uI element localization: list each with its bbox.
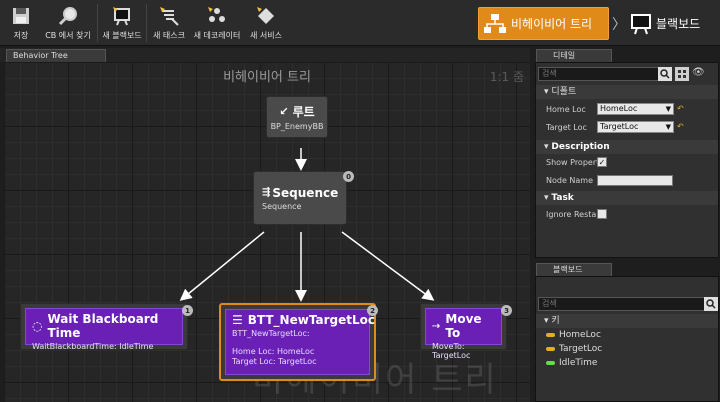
toolbar-divider (97, 4, 98, 42)
root-node[interactable]: ↙ 루트 BP_EnemyBB (266, 96, 328, 138)
reset-to-default-icon[interactable]: ↶ (677, 122, 684, 131)
moveto-node-detail: MoveTo: TargetLoc (432, 342, 471, 360)
root-node-subtitle: BP_EnemyBB (270, 122, 324, 131)
wait-node-detail: WaitBlackboardTime: IdleTime (32, 342, 154, 351)
task-body: ⇢ Move To MoveTo: TargetLoc (425, 308, 502, 360)
target-loc-label: Target Loc (546, 123, 587, 132)
sequence-node-title: ⇶ Sequence (262, 185, 339, 200)
root-icon: ↙ (279, 105, 289, 118)
execution-order-badge: 1 (182, 305, 193, 316)
ignore-restart-label: Ignore Restar (546, 210, 600, 219)
section-default[interactable]: ▾ 디폴트 (536, 85, 718, 99)
execution-order-badge: 2 (367, 305, 378, 316)
task-icon: ☰ (232, 313, 243, 327)
btt-newtargetloc-node[interactable]: ☰ BTT_NewTargetLoc BTT_NewTargetLoc: Hom… (219, 303, 378, 381)
float-type-icon (546, 361, 555, 365)
details-panel: 검색 👁 ▾ 디폴트 Home Loc HomeLoc ▼ ↶ Target Lo… (535, 62, 719, 258)
dropdown-arrow-icon: ▼ (665, 123, 671, 131)
moveto-node-title: ⇢ Move To (432, 312, 482, 340)
wait-icon: ◌ (32, 319, 43, 333)
vector-type-icon (546, 333, 555, 337)
save-icon (6, 2, 36, 30)
new-blackboard-button[interactable]: 새 블랙보드 (100, 2, 144, 44)
task-body: ☰ BTT_NewTargetLoc BTT_NewTargetLoc: Hom… (225, 309, 375, 375)
btt-node-targetloc: Target Loc: TargetLoc (232, 357, 317, 366)
blackboard-mode-label: 블랙보드 (656, 17, 701, 31)
wait-blackboard-time-node[interactable]: ◌ Wait Blackboard Time WaitBlackboardTim… (20, 303, 193, 351)
search-icon[interactable] (704, 297, 718, 311)
behavior-tree-icon (479, 8, 511, 40)
blackboard-key-idletime[interactable]: IdleTime (546, 358, 597, 368)
wire-sequence-wait (179, 231, 265, 301)
grid-view-icon[interactable] (675, 67, 689, 81)
toolbar-divider (146, 4, 147, 42)
blackboard-tab-label: 블랙보드 (553, 265, 583, 274)
tab-blackboard[interactable]: 블랙보드 (536, 263, 612, 276)
eye-icon[interactable]: 👁 (692, 67, 705, 78)
btt-node-title: ☰ BTT_NewTargetLoc (232, 313, 375, 327)
new-service-button[interactable]: 새 서비스 (244, 2, 288, 44)
new-task-label: 새 태스크 (153, 31, 185, 40)
wait-node-title: ◌ Wait Blackboard Time (32, 312, 159, 340)
new-decorator-label: 새 데코레이터 (193, 31, 241, 40)
details-search-input[interactable]: 검색 (538, 67, 672, 81)
new-decorator-button[interactable]: 새 데코레이터 (192, 2, 242, 44)
new-service-icon (251, 2, 281, 30)
tab-behavior-tree[interactable]: Behavior Tree (6, 49, 106, 62)
save-button[interactable]: 저장 (4, 2, 38, 44)
blackboard-icon (626, 9, 656, 39)
node-name-input[interactable] (597, 175, 673, 186)
behavior-tree-mode-label: 비헤이비어 트리 (511, 17, 593, 31)
details-tab-label: 디테일 (553, 51, 576, 60)
section-keys[interactable]: ▾ 키 (536, 314, 718, 328)
new-decorator-icon (202, 2, 232, 30)
behavior-tree-mode-button[interactable]: 비헤이비어 트리 (478, 7, 609, 40)
show-property-label: Show Propert (546, 158, 600, 167)
new-blackboard-label: 새 블랙보드 (102, 31, 142, 40)
wire-sequence-moveto (341, 231, 435, 301)
section-task[interactable]: ▾ Task (536, 191, 718, 205)
move-arrow-icon: ⇢ (432, 320, 441, 332)
chevron-right-icon: 〉 (612, 17, 626, 33)
new-task-icon (154, 2, 184, 30)
sequence-node[interactable]: ⇶ Sequence Sequence 0 (253, 171, 354, 225)
blackboard-mode-button[interactable]: 블랙보드 (626, 7, 716, 40)
move-to-node[interactable]: ⇢ Move To MoveTo: TargetLoc 3 (420, 303, 512, 360)
reset-to-default-icon[interactable]: ↶ (677, 104, 684, 113)
blackboard-key-targetloc[interactable]: TargetLoc (546, 344, 602, 354)
save-label: 저장 (13, 31, 29, 40)
home-loc-select[interactable]: HomeLoc ▼ (597, 103, 674, 115)
blackboard-panel: 검색 ▾ 키 HomeLoc TargetLoc IdleTime (535, 276, 719, 402)
find-in-cb-label: CB 에서 찾기 (45, 31, 91, 40)
dropdown-arrow-icon: ▼ (665, 105, 671, 113)
execution-order-badge: 3 (501, 305, 512, 316)
tab-details[interactable]: 디테일 (536, 49, 612, 62)
execution-order-badge: 0 (343, 171, 354, 182)
node-name-label: Node Name (546, 176, 594, 185)
new-task-button[interactable]: 새 태스크 (148, 2, 190, 44)
blackboard-key-homeloc[interactable]: HomeLoc (546, 330, 601, 340)
sequence-node-subtitle: Sequence (262, 201, 302, 211)
ignore-restart-checkbox[interactable] (597, 209, 607, 219)
main-toolbar: 저장 CB 에서 찾기 새 블랙보드 새 태스크 새 데코레이터 새 서비스 비… (0, 0, 720, 46)
target-loc-select[interactable]: TargetLoc ▼ (597, 121, 674, 133)
new-service-label: 새 서비스 (250, 31, 282, 40)
btt-node-detail: BTT_NewTargetLoc: (232, 329, 310, 338)
find-in-cb-button[interactable]: CB 에서 찾기 (40, 2, 96, 44)
btt-node-homeloc: Home Loc: HomeLoc (232, 347, 315, 356)
sequence-icon: ⇶ (262, 187, 271, 198)
vector-type-icon (546, 347, 555, 351)
show-property-checkbox[interactable]: ✓ (597, 157, 607, 167)
task-body: ◌ Wait Blackboard Time WaitBlackboardTim… (25, 308, 183, 351)
home-loc-label: Home Loc (546, 105, 586, 114)
magnifier-icon (53, 2, 83, 30)
root-node-title: ↙ 루트 (279, 105, 315, 119)
blackboard-search-input[interactable]: 검색 (538, 297, 718, 311)
new-blackboard-icon (107, 2, 137, 30)
search-icon[interactable] (658, 67, 672, 81)
section-description[interactable]: ▾ Description (536, 140, 718, 154)
